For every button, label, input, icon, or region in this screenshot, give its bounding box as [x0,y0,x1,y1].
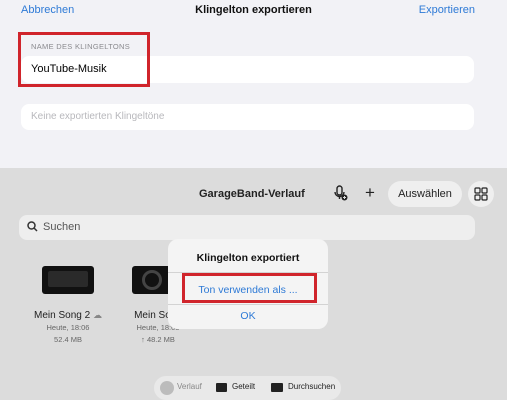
annotation-highlight-name [18,32,150,87]
no-exported-ringtones-text: Keine exportierten Klingeltöne [31,111,165,122]
microphone-add-icon[interactable] [330,183,350,203]
song-size: 52.4 MB [54,335,82,344]
tab-browse[interactable]: Durchsuchen [288,382,335,391]
song-name: Mein Song 2 ☁ [34,310,102,321]
garageband-title: GarageBand-Verlauf [199,188,305,200]
select-button[interactable]: Auswählen [388,181,462,207]
song-date: Heute, 18:06 [46,323,90,332]
export-ringtone-sheet: Abbrechen Klingelton exportieren Exporti… [0,0,507,168]
search-input[interactable]: Suchen [19,215,475,240]
browse-folder-icon [271,383,283,392]
alert-title: Klingelton exportiert [196,252,300,264]
cloud-icon: ☁ [92,310,102,320]
grid-view-icon[interactable] [468,181,494,207]
search-placeholder: Suchen [43,221,81,233]
search-icon [27,221,38,232]
tab-shared[interactable]: Geteilt [232,382,255,391]
recents-icon [160,381,174,395]
alert-divider [168,304,328,305]
annotation-highlight-action [182,273,317,303]
bottom-tab-bar: Verlauf Geteilt Durchsuchen [154,376,341,400]
song-thumbnail [42,266,94,294]
shared-folder-icon [216,383,227,392]
exported-ringtones-list: Keine exportierten Klingeltöne [21,104,474,130]
song-item[interactable]: Mein Song 2 ☁ Heute, 18:06 52.4 MB [33,266,103,344]
ok-button[interactable]: OK [168,310,328,322]
tab-recents[interactable]: Verlauf [177,382,202,391]
song-size: ↑ 48.2 MB [141,335,175,344]
export-button[interactable]: Exportieren [419,4,475,16]
add-icon[interactable]: + [360,183,380,203]
